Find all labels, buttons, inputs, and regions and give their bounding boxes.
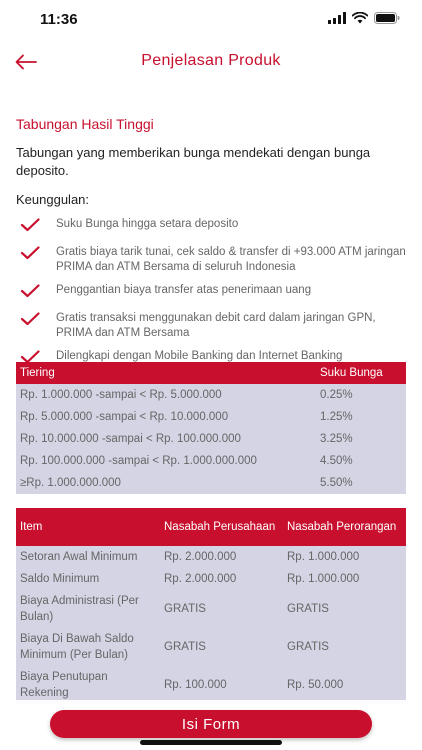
list-item: Suku Bunga hingga setara deposito <box>16 217 408 237</box>
fee-individual: Rp. 1.000.000 <box>283 568 406 590</box>
tier-range: Rp. 10.000.000 -sampai < Rp. 100.000.000 <box>16 428 320 450</box>
column-header-rate: Suku Bunga <box>320 362 406 384</box>
fee-individual: GRATIS <box>283 590 406 628</box>
table-row: ≥Rp. 1.000.000.000 5.50% <box>16 472 406 494</box>
product-content: Tabungan Hasil Tinggi Tabungan yang memb… <box>16 110 408 377</box>
home-indicator <box>140 740 282 745</box>
list-item: Gratis biaya tarik tunai, cek saldo & tr… <box>16 245 408 275</box>
check-icon <box>20 312 40 326</box>
product-name: Tabungan Hasil Tinggi <box>16 116 154 132</box>
fee-item: Saldo Minimum <box>16 568 160 590</box>
check-icon <box>20 284 40 298</box>
table-header-row: Tiering Suku Bunga <box>16 362 406 384</box>
advantage-text: Penggantian biaya transfer atas penerima… <box>56 284 312 296</box>
advantages-heading: Keunggulan: <box>16 192 90 207</box>
tier-range: Rp. 1.000.000 -sampai < Rp. 5.000.000 <box>16 384 320 406</box>
list-item: Gratis transaksi menggunakan debit card … <box>16 311 408 341</box>
table-row: Rp. 100.000.000 -sampai < Rp. 1.000.000.… <box>16 450 406 472</box>
tier-rate: 4.50% <box>320 450 406 472</box>
table-row: Rp. 10.000.000 -sampai < Rp. 100.000.000… <box>16 428 406 450</box>
status-time: 11:36 <box>40 11 78 28</box>
tier-rate: 1.25% <box>320 406 406 428</box>
fee-company: Rp. 2.000.000 <box>160 568 283 590</box>
fee-individual: Rp. 1.000.000 <box>283 546 406 568</box>
table-row: Rp. 1.000.000 -sampai < Rp. 5.000.000 0.… <box>16 384 406 406</box>
table-header-row: Item Nasabah Perusahaan Nasabah Perorang… <box>16 508 406 546</box>
table-row: Setoran Awal Minimum Rp. 2.000.000 Rp. 1… <box>16 546 406 568</box>
tier-range: Rp. 100.000.000 -sampai < Rp. 1.000.000.… <box>16 450 320 472</box>
fee-company: GRATIS <box>160 628 283 666</box>
fee-company: Rp. 100.000 <box>160 666 283 704</box>
tier-range: ≥Rp. 1.000.000.000 <box>16 472 320 494</box>
fill-form-button[interactable]: Isi Form <box>50 710 372 738</box>
list-item: Penggantian biaya transfer atas penerima… <box>16 283 408 303</box>
table-row: Biaya Di Bawah Saldo Minimum (Per Bulan)… <box>16 628 406 666</box>
table-row: Biaya Administrasi (Per Bulan) GRATIS GR… <box>16 590 406 628</box>
fee-individual: Rp. 50.000 <box>283 666 406 704</box>
advantage-text: Suku Bunga hingga setara deposito <box>56 218 239 230</box>
product-description: Tabungan yang memberikan bunga mendekati… <box>16 145 371 178</box>
advantage-text: Gratis biaya tarik tunai, cek saldo & tr… <box>56 246 406 273</box>
advantages-list: Suku Bunga hingga setara deposito Gratis… <box>16 217 408 369</box>
fee-item: Biaya Administrasi (Per Bulan) <box>16 590 160 628</box>
column-header-tiering: Tiering <box>16 362 320 384</box>
check-icon <box>20 218 40 232</box>
table-row: Biaya Penutupan Rekening Rp. 100.000 Rp.… <box>16 666 406 704</box>
tier-rate: 3.25% <box>320 428 406 450</box>
tier-rate: 0.25% <box>320 384 406 406</box>
fee-item: Setoran Awal Minimum <box>16 546 160 568</box>
app-header: Penjelasan Produk <box>0 44 422 80</box>
status-icons <box>328 12 400 24</box>
fee-company: Rp. 2.000.000 <box>160 546 283 568</box>
page-title: Penjelasan Produk <box>141 52 281 69</box>
tier-rate: 5.50% <box>320 472 406 494</box>
fee-company: GRATIS <box>160 590 283 628</box>
advantage-text: Gratis transaksi menggunakan debit card … <box>56 312 376 339</box>
signal-icon <box>328 12 346 24</box>
tier-range: Rp. 5.000.000 -sampai < Rp. 10.000.000 <box>16 406 320 428</box>
table-row: Rp. 5.000.000 -sampai < Rp. 10.000.000 1… <box>16 406 406 428</box>
table-row: Saldo Minimum Rp. 2.000.000 Rp. 1.000.00… <box>16 568 406 590</box>
fee-table: Item Nasabah Perusahaan Nasabah Perorang… <box>16 508 406 704</box>
tiering-table: Tiering Suku Bunga Rp. 1.000.000 -sampai… <box>16 362 406 494</box>
fee-individual: GRATIS <box>283 628 406 666</box>
status-bar: 11:36 <box>0 0 422 40</box>
column-header-item: Item <box>16 508 160 546</box>
fee-item: Biaya Penutupan Rekening <box>16 666 160 704</box>
wifi-icon <box>352 12 368 24</box>
column-header-company: Nasabah Perusahaan <box>160 508 283 546</box>
fee-item: Biaya Di Bawah Saldo Minimum (Per Bulan) <box>16 628 160 666</box>
column-header-individual: Nasabah Perorangan <box>283 508 406 546</box>
battery-icon <box>374 12 400 24</box>
check-icon <box>20 246 40 260</box>
